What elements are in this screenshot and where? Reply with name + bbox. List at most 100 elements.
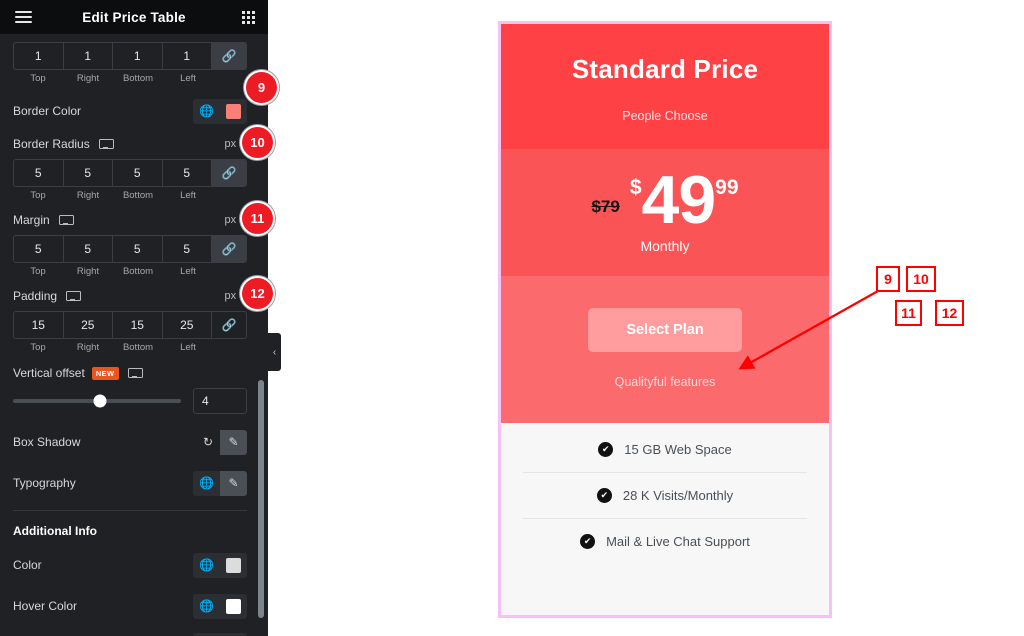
monitor-icon[interactable] (127, 367, 143, 379)
vertical-offset-slider[interactable] (13, 394, 181, 408)
globe-icon[interactable]: 🌐 (193, 593, 220, 619)
list-item: ✔ 28 K Visits/Monthly (523, 473, 807, 519)
feature-label: 28 K Visits/Monthly (622, 487, 734, 503)
additional-info-heading: Additional Info (13, 518, 247, 544)
margin-top-input[interactable]: 5 (14, 236, 64, 262)
price-cents: 99 (715, 176, 739, 199)
border-width-bottom-input[interactable]: 1 (113, 43, 163, 69)
panel-title: Edit Price Table (82, 9, 186, 25)
color-row: Color 🌐 (13, 552, 247, 578)
typography-label: Typography (13, 476, 76, 490)
border-radius-left-input[interactable]: 5 (163, 160, 212, 186)
margin-right-input[interactable]: 5 (64, 236, 113, 262)
border-radius-link-icon[interactable]: 🔗 (212, 160, 246, 186)
label-bottom: Bottom (122, 73, 154, 84)
border-color-controls: 🌐 (193, 98, 247, 124)
margin-link-icon[interactable]: 🔗 (212, 236, 246, 262)
padding-left-input[interactable]: 25 (163, 312, 212, 338)
label-spacer (213, 266, 247, 277)
box-shadow-controls: ↻ ✎ (196, 429, 247, 455)
label-bottom: Bottom (122, 190, 154, 201)
panel-scrollbar[interactable] (258, 380, 264, 618)
label-left: Left (180, 266, 196, 277)
padding-label: Padding (13, 289, 58, 303)
list-item: ✔ Mail & Live Chat Support (523, 519, 807, 565)
border-radius-unit: px (224, 138, 237, 150)
price-table-card: Standard Price People Choose $79 $ 49 99… (498, 21, 832, 618)
plan-subtitle: People Choose (622, 109, 708, 123)
margin-inputs: 5 5 5 5 🔗 (13, 235, 247, 263)
card-header: Standard Price People Choose (501, 24, 829, 149)
border-width-link-icon[interactable]: 🔗 (212, 43, 246, 69)
additional-info-label: Additional Info (13, 524, 97, 538)
label-top: Top (30, 73, 46, 84)
border-color-label: Border Color (13, 104, 82, 118)
color-swatch[interactable] (220, 552, 247, 578)
globe-icon[interactable]: 🌐 (193, 470, 220, 496)
border-width-top-input[interactable]: 1 (14, 43, 64, 69)
label-right: Right (76, 73, 100, 84)
panel-collapse-button[interactable]: ‹ (268, 333, 281, 371)
plan-title: Standard Price (571, 54, 759, 84)
new-badge: NEW (91, 366, 119, 380)
border-width-left-input[interactable]: 1 (163, 43, 212, 69)
hover-color-label: Hover Color (13, 599, 78, 613)
border-width-inputs: 1 1 1 1 🔗 (13, 42, 247, 70)
padding-bottom-input[interactable]: 15 (113, 312, 163, 338)
label-bottom: Bottom (122, 342, 154, 353)
annotation-box-10: 10 (906, 266, 936, 292)
reset-icon[interactable]: ↻ (196, 430, 220, 455)
typography-controls: 🌐 ✎ (193, 470, 247, 496)
next-row-swatch[interactable] (220, 632, 247, 636)
border-width-right-input[interactable]: 1 (64, 43, 113, 69)
margin-bottom-input[interactable]: 5 (113, 236, 163, 262)
margin-row: Margin px ▼ (13, 207, 247, 233)
padding-row: Padding px ▼ (13, 283, 247, 309)
select-plan-button[interactable]: Select Plan (588, 307, 742, 352)
currency-symbol: $ (629, 176, 642, 199)
panel-body: 1 1 1 1 🔗 Top Right Bottom Left Border C… (0, 34, 268, 636)
margin-label: Margin (13, 213, 50, 227)
feature-label: 15 GB Web Space (624, 441, 732, 457)
border-radius-top-input[interactable]: 5 (14, 160, 64, 186)
globe-icon[interactable]: 🌐 (193, 552, 220, 578)
monitor-icon[interactable] (66, 290, 82, 302)
label-spacer (213, 342, 247, 353)
feature-list: ✔ 15 GB Web Space ✔ 28 K Visits/Monthly … (501, 422, 829, 575)
hover-color-swatch[interactable] (220, 593, 247, 619)
card-price-section: $79 $ 49 99 Monthly (501, 149, 829, 276)
vertical-offset-input[interactable]: 4 (193, 388, 247, 414)
border-width-labels: Top Right Bottom Left (13, 73, 247, 84)
typography-row: Typography 🌐 ✎ (13, 470, 247, 496)
border-radius-right-input[interactable]: 5 (64, 160, 113, 186)
margin-unit: px (224, 214, 237, 226)
label-right: Right (76, 342, 100, 353)
padding-control: 15 25 15 25 🔗 Top Right Bottom Left (13, 311, 247, 353)
list-item: ✔ 15 GB Web Space (523, 427, 807, 473)
margin-left-input[interactable]: 5 (163, 236, 212, 262)
step-badge-12: 12 (242, 278, 273, 309)
padding-right-input[interactable]: 25 (64, 312, 113, 338)
apps-grid-icon[interactable] (228, 10, 268, 24)
label-bottom: Bottom (122, 266, 154, 277)
monitor-icon[interactable] (58, 214, 74, 226)
globe-icon[interactable]: 🌐 (193, 98, 220, 124)
border-width-control: 1 1 1 1 🔗 Top Right Bottom Left (13, 42, 247, 84)
border-color-swatch[interactable] (220, 98, 247, 124)
padding-top-input[interactable]: 15 (14, 312, 64, 338)
feature-label: Mail & Live Chat Support (606, 534, 750, 550)
price-line: $79 $ 49 99 (511, 166, 819, 234)
slider-handle[interactable] (93, 394, 107, 408)
globe-icon[interactable]: 🌐 (193, 632, 220, 636)
annotation-box-9: 9 (876, 266, 900, 292)
annotation-box-11: 11 (895, 300, 922, 326)
hamburger-icon[interactable] (6, 11, 40, 23)
monitor-icon[interactable] (98, 138, 114, 150)
border-radius-bottom-input[interactable]: 5 (113, 160, 163, 186)
padding-link-icon[interactable]: 🔗 (212, 312, 246, 338)
pencil-icon[interactable]: ✎ (220, 470, 247, 496)
border-radius-label: Border Radius (13, 137, 90, 151)
next-row-controls: 🌐 (193, 632, 247, 636)
padding-inputs: 15 25 15 25 🔗 (13, 311, 247, 339)
pencil-icon[interactable]: ✎ (220, 429, 247, 455)
